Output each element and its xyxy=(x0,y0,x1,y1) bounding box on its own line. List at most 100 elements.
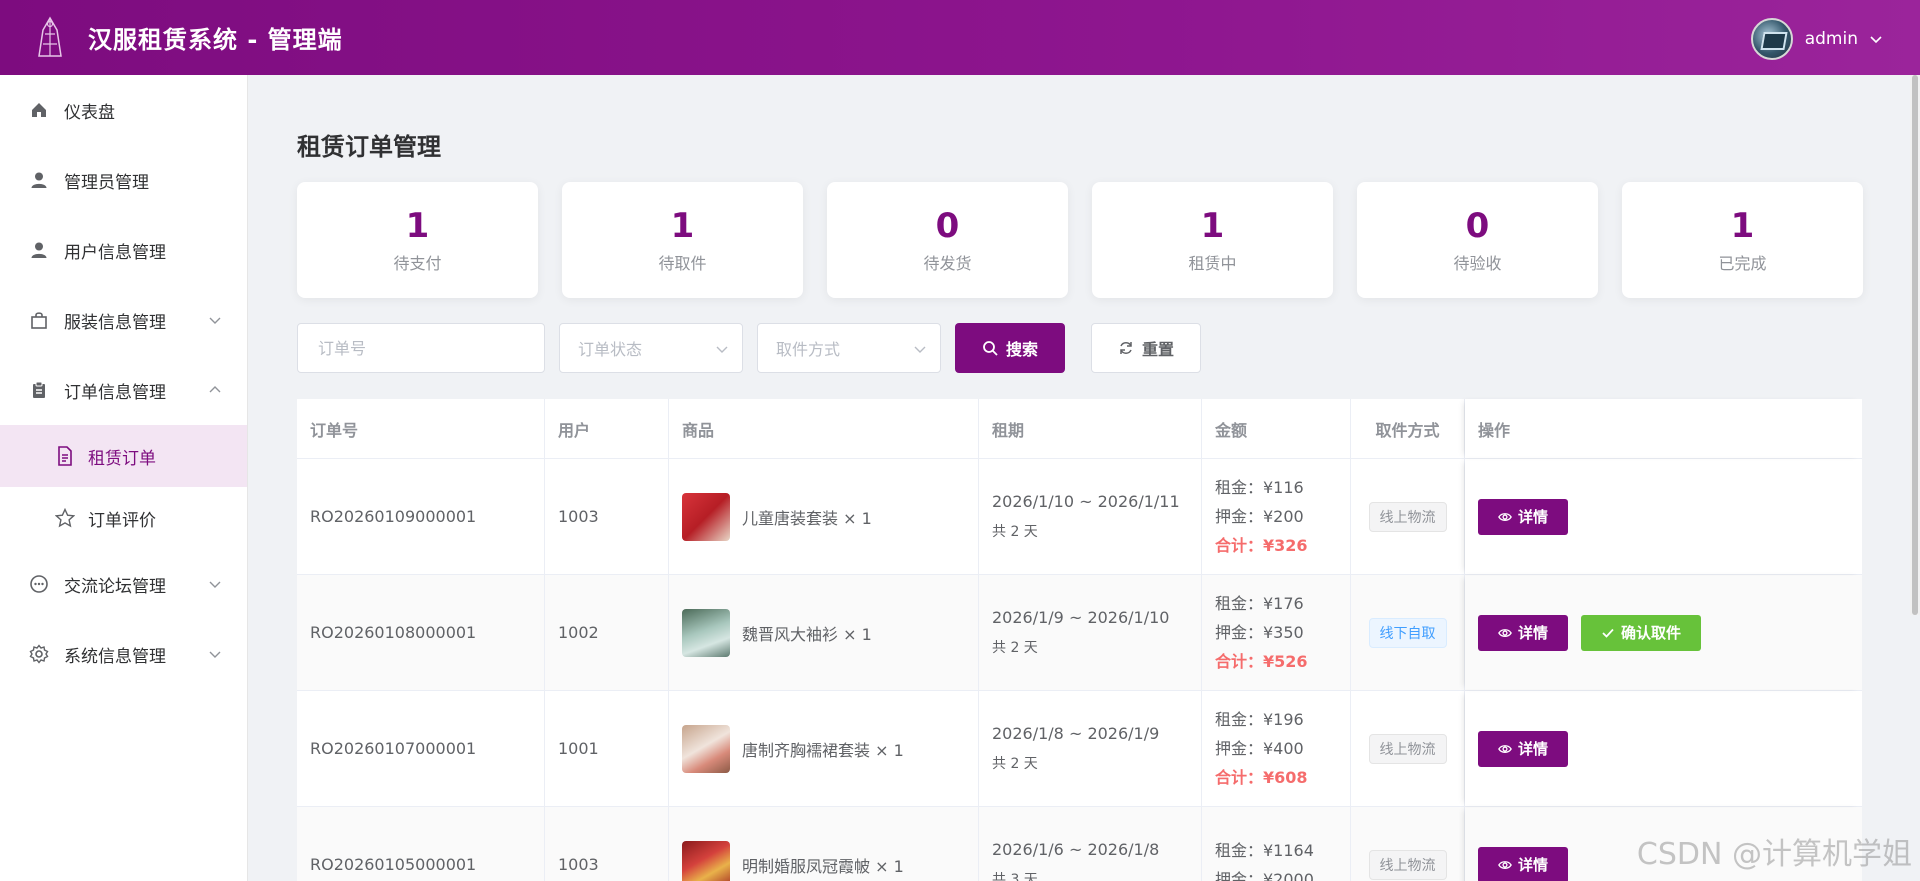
order-number-input[interactable] xyxy=(297,323,545,373)
search-button[interactable]: 搜索 xyxy=(955,323,1065,373)
stat-value: 1 xyxy=(1730,206,1755,246)
chat-icon xyxy=(28,573,50,595)
eye-icon xyxy=(1498,628,1512,637)
chevron-down-icon xyxy=(716,346,728,353)
gear-icon xyxy=(28,643,50,665)
app-title: 汉服租赁系统 - 管理端 xyxy=(88,26,343,54)
confirm-pickup-button[interactable]: 确认取件 xyxy=(1581,614,1701,651)
column-header: 金额 xyxy=(1202,399,1351,458)
deposit-amount: 押金：¥400 xyxy=(1215,739,1304,758)
detail-button[interactable]: 详情 xyxy=(1478,498,1568,535)
rental-period: 2026/1/8 ~ 2026/1/9 xyxy=(992,724,1160,743)
product-cell: 儿童唐装套装 × 1 xyxy=(669,459,979,574)
actions-cell: 详情 xyxy=(1465,459,1862,574)
top-header: 汉服租赁系统 - 管理端 admin xyxy=(0,0,1920,75)
column-header: 租期 xyxy=(979,399,1202,458)
sidebar-item-user-info-management[interactable]: 用户信息管理 xyxy=(0,215,247,285)
eye-icon xyxy=(1498,744,1512,753)
document-icon xyxy=(54,445,76,467)
order-number: RO20260109000001 xyxy=(297,459,545,574)
avatar[interactable] xyxy=(1750,18,1793,60)
stat-card-pending-pickup: 1 待取件 xyxy=(562,182,803,298)
pickup-method-cell: 线下自取 xyxy=(1351,575,1465,690)
amount-cell: 租金：¥116 押金：¥200 合计：¥326 xyxy=(1202,459,1351,574)
column-header: 商品 xyxy=(669,399,979,458)
product-name: 明制婚服凤冠霞帔 × 1 xyxy=(742,856,904,876)
sidebar-item-label: 用户信息管理 xyxy=(64,242,166,263)
reset-button[interactable]: 重置 xyxy=(1091,323,1201,373)
table-row: RO20260109000001 1003 儿童唐装套装 × 1 2026/1/… xyxy=(297,459,1862,575)
user-icon xyxy=(28,239,50,261)
rental-period: 2026/1/10 ~ 2026/1/11 xyxy=(992,492,1180,511)
product-name: 儿童唐装套装 × 1 xyxy=(742,508,872,528)
watermark-text: CSDN @计算机学姐 xyxy=(1636,837,1912,872)
amount-cell: 租金：¥1164 押金：¥2000 xyxy=(1202,807,1351,881)
rental-period-cell: 2026/1/6 ~ 2026/1/8 共 3 天 xyxy=(979,807,1202,881)
sidebar-subitem-label: 租赁订单 xyxy=(88,448,156,469)
sidebar-item-clothing-management[interactable]: 服装信息管理 xyxy=(0,285,247,355)
product-name: 魏晋风大袖衫 × 1 xyxy=(742,624,872,644)
pickup-method-tag: 线下自取 xyxy=(1368,617,1447,648)
search-icon xyxy=(983,341,998,356)
stat-label: 待取件 xyxy=(658,254,707,273)
order-number: RO20260108000001 xyxy=(297,575,545,690)
rental-period-cell: 2026/1/9 ~ 2026/1/10 共 2 天 xyxy=(979,575,1202,690)
stat-label: 待支付 xyxy=(393,254,442,273)
username[interactable]: admin xyxy=(1805,29,1858,49)
sidebar-item-label: 系统信息管理 xyxy=(64,646,166,667)
rental-period: 2026/1/9 ~ 2026/1/10 xyxy=(992,608,1170,627)
detail-button-label: 详情 xyxy=(1517,856,1548,874)
product-image xyxy=(682,492,730,541)
sidebar-item-forum-management[interactable]: 交流论坛管理 xyxy=(0,549,247,619)
order-status-select[interactable]: 订单状态 xyxy=(559,323,743,373)
stat-value: 0 xyxy=(1465,206,1490,246)
scrollbar-thumb[interactable] xyxy=(1912,75,1918,615)
sidebar-item-dashboard[interactable]: 仪表盘 xyxy=(0,75,247,145)
star-icon xyxy=(54,507,76,529)
actions-cell: 详情 确认取件 xyxy=(1465,575,1862,690)
detail-button[interactable]: 详情 xyxy=(1478,730,1568,767)
user-menu[interactable]: admin xyxy=(1750,18,1882,60)
stat-card-pending-payment: 1 待支付 xyxy=(297,182,538,298)
rental-period: 2026/1/6 ~ 2026/1/8 xyxy=(992,840,1160,859)
sidebar-item-order-management[interactable]: 订单信息管理 xyxy=(0,355,247,425)
rental-period-cell: 2026/1/8 ~ 2026/1/9 共 2 天 xyxy=(979,691,1202,806)
sidebar-subitem-rental-orders[interactable]: 租赁订单 xyxy=(0,425,247,487)
eye-icon xyxy=(1498,512,1512,521)
chevron-down-icon[interactable] xyxy=(1870,33,1882,45)
eye-icon xyxy=(1498,860,1512,869)
sidebar-subitem-order-reviews[interactable]: 订单评价 xyxy=(0,487,247,549)
chevron-down-icon xyxy=(209,581,221,588)
amount-cell: 租金：¥196 押金：¥400 合计：¥608 xyxy=(1202,691,1351,806)
product-image xyxy=(682,840,730,881)
page-scrollbar[interactable] xyxy=(1910,75,1920,615)
product-image xyxy=(682,608,730,657)
stats-row: 1 待支付 1 待取件 0 待发货 1 租赁中 0 待验收 1 已完成 xyxy=(297,182,1863,298)
rent-amount: 租金：¥176 xyxy=(1215,594,1304,613)
pickup-method-select[interactable]: 取件方式 xyxy=(757,323,941,373)
sidebar: 仪表盘 管理员管理 用户信息管理 服装信息管理 订单信息管理 租赁订单 订单评价… xyxy=(0,75,248,881)
stat-value: 0 xyxy=(935,206,960,246)
search-button-label: 搜索 xyxy=(1005,342,1038,359)
chevron-down-icon xyxy=(209,651,221,658)
sidebar-item-admin-management[interactable]: 管理员管理 xyxy=(0,145,247,215)
select-placeholder: 取件方式 xyxy=(776,340,841,359)
app-logo[interactable] xyxy=(32,16,68,60)
stat-card-completed: 1 已完成 xyxy=(1622,182,1863,298)
sidebar-item-system-management[interactable]: 系统信息管理 xyxy=(0,619,247,689)
clipboard-icon xyxy=(28,379,50,401)
deposit-amount: 押金：¥350 xyxy=(1215,623,1304,642)
refresh-icon xyxy=(1120,342,1132,354)
rental-days: 共 3 天 xyxy=(992,872,1038,881)
detail-button[interactable]: 详情 xyxy=(1478,614,1568,651)
product-image xyxy=(682,724,730,773)
chevron-down-icon xyxy=(209,317,221,324)
rent-amount: 租金：¥116 xyxy=(1215,478,1304,497)
detail-button-label: 详情 xyxy=(1517,624,1548,642)
detail-button[interactable]: 详情 xyxy=(1478,846,1568,881)
stat-value: 1 xyxy=(1200,206,1225,246)
sidebar-item-label: 管理员管理 xyxy=(64,172,149,193)
product-cell: 明制婚服凤冠霞帔 × 1 xyxy=(669,807,979,881)
bag-icon xyxy=(28,309,50,331)
product-name: 唐制齐胸襦裙套装 × 1 xyxy=(742,740,904,760)
